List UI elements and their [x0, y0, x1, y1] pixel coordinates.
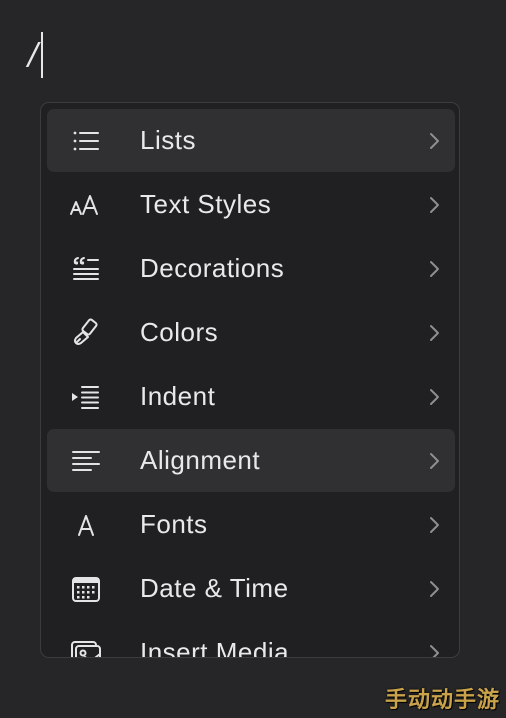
menu-item-fonts[interactable]: Fonts [47, 493, 455, 556]
watermark-logo: 手动动手游 [385, 682, 500, 714]
calendar-icon [69, 572, 103, 606]
paintbrush-icon [69, 316, 103, 350]
menu-item-indent[interactable]: Indent [47, 365, 455, 428]
text-caret [41, 32, 44, 78]
typed-slash: / [28, 37, 39, 72]
menu-item-insert-media[interactable]: Insert Media [47, 621, 455, 658]
chevron-right-icon [425, 579, 443, 599]
menu-item-label: Decorations [140, 253, 285, 283]
text-size-icon [69, 188, 103, 222]
font-icon [69, 508, 103, 542]
editor-line[interactable]: / [28, 32, 44, 78]
menu-item-text-styles[interactable]: Text Styles [47, 173, 455, 236]
chevron-right-icon [425, 323, 443, 343]
list-icon [69, 124, 103, 158]
chevron-right-icon [425, 451, 443, 471]
menu-item-lists[interactable]: Lists [47, 109, 455, 172]
menu-item-label: Alignment [140, 445, 261, 475]
menu-item-label: Indent [140, 381, 216, 411]
menu-item-label: Lists [140, 125, 196, 155]
menu-item-label: Colors [140, 317, 219, 347]
menu-item-label: Insert Media [140, 637, 290, 658]
menu-item-date-time[interactable]: Date & Time [47, 557, 455, 620]
menu-item-label: Text Styles [140, 189, 272, 219]
align-left-icon [69, 444, 103, 478]
chevron-right-icon [425, 515, 443, 535]
photo-icon [69, 636, 103, 657]
menu-item-label: Fonts [140, 509, 208, 539]
watermark-text: 手动动手游 [384, 687, 500, 712]
quote-lines-icon [69, 252, 103, 286]
chevron-right-icon [425, 131, 443, 151]
chevron-right-icon [425, 195, 443, 215]
indent-icon [69, 380, 103, 414]
menu-item-alignment[interactable]: Alignment [47, 429, 455, 492]
chevron-right-icon [425, 387, 443, 407]
menu-item-colors[interactable]: Colors [47, 301, 455, 364]
menu-item-decorations[interactable]: Decorations [47, 237, 455, 300]
chevron-right-icon [425, 259, 443, 279]
menu-item-label: Date & Time [140, 573, 289, 603]
slash-command-menu: Lists Text Styles Decorations Colors Ind… [40, 102, 460, 658]
chevron-right-icon [425, 643, 443, 657]
